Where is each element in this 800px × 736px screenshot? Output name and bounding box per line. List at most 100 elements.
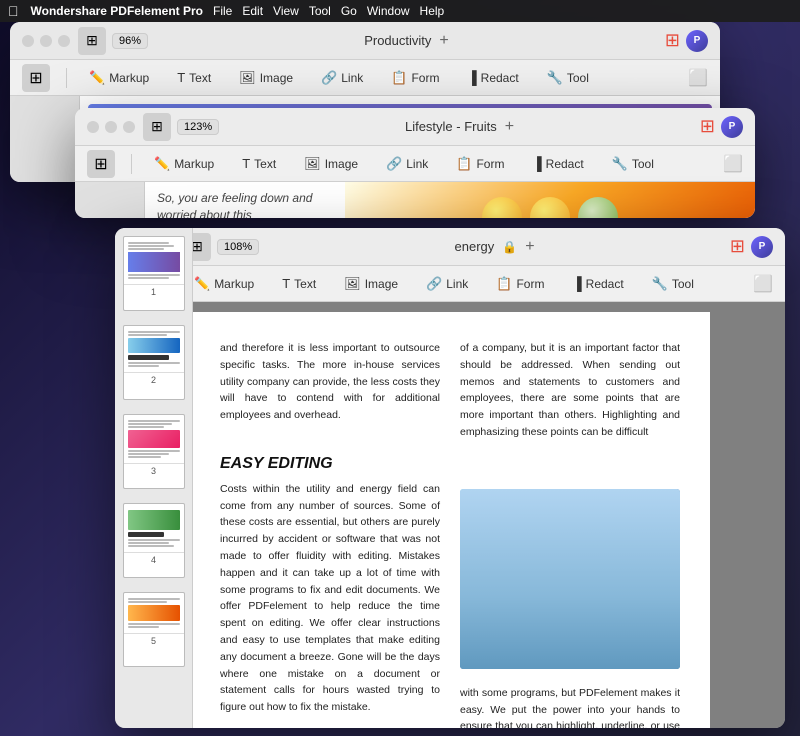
tool-btn-energy[interactable]: 🔧 Tool bbox=[646, 273, 700, 295]
toolbar-productivity: ⊞ ✏️ Markup T Text 🖼 Image 🔗 Link 📋 Form bbox=[10, 60, 720, 96]
traffic-lights-productivity bbox=[22, 35, 70, 47]
toolbar-energy: ⊞ ✏️ Markup T Text 🖼 Image 🔗 Link 📋 Form bbox=[115, 266, 785, 302]
thumb-2-label: 2 bbox=[124, 372, 184, 387]
tool-icon: 🔧 bbox=[547, 70, 563, 86]
apple-menu[interactable]:  bbox=[8, 3, 19, 19]
redact-icon-ls: ▐ bbox=[532, 156, 541, 171]
avatar-energy: P bbox=[751, 236, 773, 258]
thumbnail-toggle-productivity[interactable]: ⊞ bbox=[22, 64, 50, 92]
menu-edit[interactable]: Edit bbox=[242, 4, 263, 18]
text-icon: T bbox=[177, 70, 185, 85]
window-lifestyle: ⊞ 123% Lifestyle - Fruits + ⊞ P ⊞ ✏️ Mar… bbox=[75, 108, 755, 218]
tool-icon-ls: 🔧 bbox=[612, 156, 628, 172]
link-icon-en: 🔗 bbox=[426, 276, 442, 292]
menu-view[interactable]: View bbox=[273, 4, 299, 18]
sky-background bbox=[460, 489, 680, 669]
zoom-level-productivity[interactable]: 96% bbox=[112, 33, 148, 49]
markup-icon: ✏️ bbox=[89, 70, 105, 86]
window-energy: ⊞ 108% energy 🔒 + ⊞ P ⊞ ✏️ Markup T bbox=[115, 228, 785, 728]
energy-document-area[interactable]: and therefore it is less important to ou… bbox=[115, 302, 785, 728]
image-icon-ls: 🖼 bbox=[304, 156, 321, 172]
titlebar-controls-energy: ⊞ 108% bbox=[183, 233, 259, 261]
minimize-lifestyle[interactable] bbox=[105, 121, 117, 133]
add-tab-lifestyle[interactable]: + bbox=[505, 118, 514, 136]
add-tab-energy[interactable]: + bbox=[525, 238, 534, 256]
zoom-energy[interactable]: 108% bbox=[217, 239, 259, 255]
link-btn-energy[interactable]: 🔗 Link bbox=[420, 273, 474, 295]
pages-icon[interactable]: ⊞ bbox=[78, 27, 106, 55]
thumb-page-2[interactable]: 2 bbox=[123, 325, 185, 400]
menu-app-name[interactable]: Wondershare PDFelement Pro bbox=[31, 4, 204, 18]
thumb-1-content bbox=[124, 237, 184, 284]
redact-icon: ▐ bbox=[467, 70, 476, 85]
thumb-4-label: 4 bbox=[124, 552, 184, 567]
tool-btn-lifestyle[interactable]: 🔧 Tool bbox=[606, 153, 660, 175]
lifestyle-sidebar bbox=[75, 182, 145, 218]
menu-file[interactable]: File bbox=[213, 4, 232, 18]
form-btn-lifestyle[interactable]: 📋 Form bbox=[450, 153, 510, 175]
menu-window[interactable]: Window bbox=[367, 4, 410, 18]
text-btn-energy[interactable]: T Text bbox=[276, 273, 322, 294]
redact-btn-lifestyle[interactable]: ▐ Redact bbox=[526, 153, 589, 174]
thumb-2-content bbox=[124, 326, 184, 372]
layout-icon-energy[interactable]: ⬜ bbox=[753, 274, 773, 294]
mountain-image bbox=[460, 489, 680, 669]
minimize-button[interactable] bbox=[40, 35, 52, 47]
energy-page: and therefore it is less important to ou… bbox=[190, 312, 710, 728]
editing-right-text: with some programs, but PDFelement makes… bbox=[460, 685, 680, 728]
menu-go[interactable]: Go bbox=[341, 4, 357, 18]
redact-btn-energy[interactable]: ▐ Redact bbox=[566, 273, 629, 294]
easy-editing-heading: EASY EDITING bbox=[220, 455, 680, 473]
lifestyle-main: So, you are feeling down and worried abo… bbox=[145, 182, 755, 218]
text-icon-en: T bbox=[282, 276, 290, 291]
grid-icon-productivity[interactable]: ⊞ bbox=[665, 30, 680, 51]
layout-icon-productivity[interactable]: ⬜ bbox=[688, 68, 708, 88]
easy-editing-section: EASY EDITING Costs within the utility an… bbox=[220, 455, 680, 728]
thumb-5-content bbox=[124, 593, 184, 633]
close-lifestyle[interactable] bbox=[87, 121, 99, 133]
link-btn-lifestyle[interactable]: 🔗 Link bbox=[380, 153, 434, 175]
titlebar-lifestyle: ⊞ 123% Lifestyle - Fruits + ⊞ P bbox=[75, 108, 755, 146]
traffic-lights-lifestyle bbox=[87, 121, 135, 133]
intro-left-text: and therefore it is less important to ou… bbox=[220, 340, 440, 424]
image-btn-productivity[interactable]: 🖼 Image bbox=[233, 67, 299, 89]
image-btn-lifestyle[interactable]: 🖼 Image bbox=[298, 153, 364, 175]
markup-icon-ls: ✏️ bbox=[154, 156, 170, 172]
zoom-lifestyle[interactable]: 123% bbox=[177, 119, 219, 135]
thumb-page-4[interactable]: 4 bbox=[123, 503, 185, 578]
menu-help[interactable]: Help bbox=[420, 4, 445, 18]
title-productivity: Productivity + bbox=[156, 32, 657, 50]
close-button[interactable] bbox=[22, 35, 34, 47]
redact-btn-productivity[interactable]: ▐ Redact bbox=[461, 67, 524, 88]
thumb-page-1[interactable]: 1 bbox=[123, 236, 185, 311]
grid-icon-lifestyle[interactable]: ⊞ bbox=[700, 116, 715, 137]
link-icon-ls: 🔗 bbox=[386, 156, 402, 172]
tool-btn-productivity[interactable]: 🔧 Tool bbox=[541, 67, 595, 89]
thumb-page-3[interactable]: 3 bbox=[123, 414, 185, 489]
thumbnail-toggle-lifestyle[interactable]: ⊞ bbox=[87, 150, 115, 178]
pages-icon-lifestyle[interactable]: ⊞ bbox=[143, 113, 171, 141]
add-tab-productivity[interactable]: + bbox=[439, 32, 448, 50]
image-icon-en: 🖼 bbox=[344, 276, 361, 292]
markup-btn-productivity[interactable]: ✏️ Markup bbox=[83, 67, 155, 89]
lifestyle-text: So, you are feeling down and worried abo… bbox=[145, 182, 345, 218]
image-btn-energy[interactable]: 🖼 Image bbox=[338, 273, 404, 295]
maximize-lifestyle[interactable] bbox=[123, 121, 135, 133]
form-btn-energy[interactable]: 📋 Form bbox=[490, 273, 550, 295]
text-btn-productivity[interactable]: T Text bbox=[171, 67, 217, 88]
grid-icon-energy[interactable]: ⊞ bbox=[730, 236, 745, 257]
lock-icon: 🔒 bbox=[502, 240, 517, 254]
maximize-button[interactable] bbox=[58, 35, 70, 47]
intro-right-text: of a company, but it is an important fac… bbox=[460, 340, 680, 441]
titlebar-productivity: ⊞ 96% Productivity + ⊞ P bbox=[10, 22, 720, 60]
thumb-page-5[interactable]: 5 bbox=[123, 592, 185, 667]
markup-btn-lifestyle[interactable]: ✏️ Markup bbox=[148, 153, 220, 175]
text-btn-lifestyle[interactable]: T Text bbox=[236, 153, 282, 174]
form-btn-productivity[interactable]: 📋 Form bbox=[385, 67, 445, 89]
intro-left-col: and therefore it is less important to ou… bbox=[220, 340, 440, 441]
markup-btn-energy[interactable]: ✏️ Markup bbox=[188, 273, 260, 295]
link-btn-productivity[interactable]: 🔗 Link bbox=[315, 67, 369, 89]
titlebar-controls-lifestyle: ⊞ 123% bbox=[143, 113, 219, 141]
layout-icon-lifestyle[interactable]: ⬜ bbox=[723, 154, 743, 174]
menu-tool[interactable]: Tool bbox=[309, 4, 331, 18]
